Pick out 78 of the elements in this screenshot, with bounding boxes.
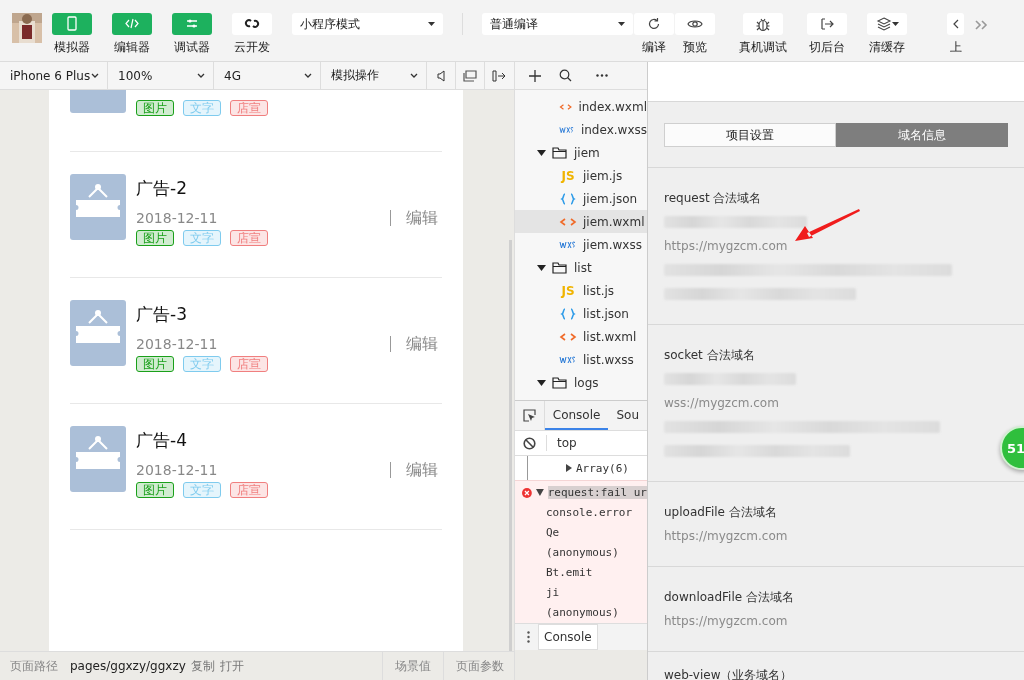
- action-label: 真机调试: [739, 40, 787, 54]
- stack-frame: ji: [515, 582, 647, 603]
- toggle-label: 调试器: [174, 40, 210, 54]
- folder-row[interactable]: logs: [515, 371, 647, 394]
- ad-date: 2018-12-11: [136, 210, 218, 226]
- action-label: 编译: [640, 40, 667, 54]
- ad-tag: 图片: [136, 100, 174, 116]
- open-link[interactable]: 打开: [219, 657, 244, 675]
- settings-tab[interactable]: 项目设置: [664, 123, 836, 147]
- drawer-tab[interactable]: Console: [538, 623, 598, 650]
- copy-link[interactable]: 复制: [190, 657, 215, 675]
- folder-row[interactable]: jiem: [515, 141, 647, 164]
- page-path: pages/ggxzy/ggxzy: [70, 659, 186, 673]
- console-entry: Array(6): [576, 461, 629, 475]
- action-label: 清缓存: [869, 40, 905, 54]
- stack-frame: (anonymous): [515, 602, 647, 623]
- toggle-label: 模拟器: [54, 40, 90, 54]
- ad-tag: 店宣: [230, 230, 268, 246]
- ad-date: 2018-12-11: [136, 336, 218, 352]
- stack-frame: Qe: [515, 522, 647, 543]
- section-title: uploadFile 合法域名: [664, 504, 777, 521]
- folder-row[interactable]: list: [515, 256, 647, 279]
- toggle-label: 编辑器: [114, 40, 150, 54]
- ad-title: 广告-4: [136, 429, 188, 451]
- domain-url: https://mygzcm.com: [664, 614, 788, 628]
- mode-select[interactable]: 小程序模式: [292, 13, 443, 35]
- section-title: socket 合法域名: [664, 347, 755, 364]
- action-label: 切后台: [809, 40, 845, 54]
- js-file-icon: JS: [559, 283, 577, 298]
- edit-link[interactable]: 编辑: [406, 207, 438, 229]
- file-tree-item[interactable]: list.json: [515, 302, 647, 325]
- section-title: request 合法域名: [664, 190, 762, 207]
- ad-tag: 店宣: [230, 482, 268, 498]
- edit-link[interactable]: 编辑: [406, 333, 438, 355]
- stack-frame: Bt.emit: [515, 562, 647, 583]
- file-tree-item[interactable]: index.wxml: [515, 95, 647, 118]
- section-title: downloadFile 合法域名: [664, 589, 794, 606]
- ad-tag: 图片: [136, 356, 174, 372]
- devtools-tab[interactable]: Console: [544, 401, 609, 430]
- settings-tab[interactable]: 域名信息: [836, 123, 1008, 147]
- file-tree-item[interactable]: jiem.wxml: [515, 210, 647, 233]
- action-label: 预览: [681, 40, 708, 54]
- domain-url: https://mygzcm.com: [664, 239, 788, 253]
- js-file-icon: JS: [559, 168, 577, 183]
- ad-title: 广告-3: [136, 303, 188, 325]
- ad-tag: 文字: [183, 100, 221, 116]
- file-tree-item[interactable]: JS list.js: [515, 279, 647, 302]
- operation-select[interactable]: 模拟操作: [321, 62, 427, 89]
- ad-tag: 文字: [183, 482, 221, 498]
- file-tree-item[interactable]: list.wxss: [515, 348, 647, 371]
- error-message: request:fail ur: [547, 486, 647, 500]
- network-select[interactable]: 4G: [214, 62, 321, 89]
- file-tree-item[interactable]: jiem.wxss: [515, 233, 647, 256]
- ad-tag: 店宣: [230, 356, 268, 372]
- stack-frame: (anonymous): [515, 542, 647, 563]
- domain-url: https://mygzcm.com: [664, 529, 788, 543]
- ad-tag: 文字: [183, 230, 221, 246]
- path-label: 页面路径: [10, 657, 58, 675]
- file-tree-item[interactable]: list.wxml: [515, 325, 647, 348]
- file-tree-item[interactable]: index.wxss: [515, 118, 647, 141]
- edit-link[interactable]: 编辑: [406, 459, 438, 481]
- stack-frame: console.error: [515, 502, 647, 523]
- file-tree-item[interactable]: jiem.json: [515, 187, 647, 210]
- domain-url: wss://mygzcm.com: [664, 396, 779, 410]
- zoom-select[interactable]: 100%: [108, 62, 214, 89]
- device-select[interactable]: iPhone 6 Plus: [0, 62, 108, 89]
- file-tree-item[interactable]: JS jiem.js: [515, 164, 647, 187]
- ad-tag: 图片: [136, 230, 174, 246]
- ad-title: 广告-2: [136, 177, 188, 199]
- devtools-tab[interactable]: Sou: [608, 401, 647, 430]
- action-label: 上: [949, 40, 962, 54]
- ad-tag: 店宣: [230, 100, 268, 116]
- toggle-label: 云开发: [234, 40, 270, 54]
- compile-select[interactable]: 普通编译: [482, 13, 633, 35]
- context-select[interactable]: top: [557, 436, 577, 451]
- ad-tag: 图片: [136, 482, 174, 498]
- ad-tag: 文字: [183, 356, 221, 372]
- ad-date: 2018-12-11: [136, 462, 218, 478]
